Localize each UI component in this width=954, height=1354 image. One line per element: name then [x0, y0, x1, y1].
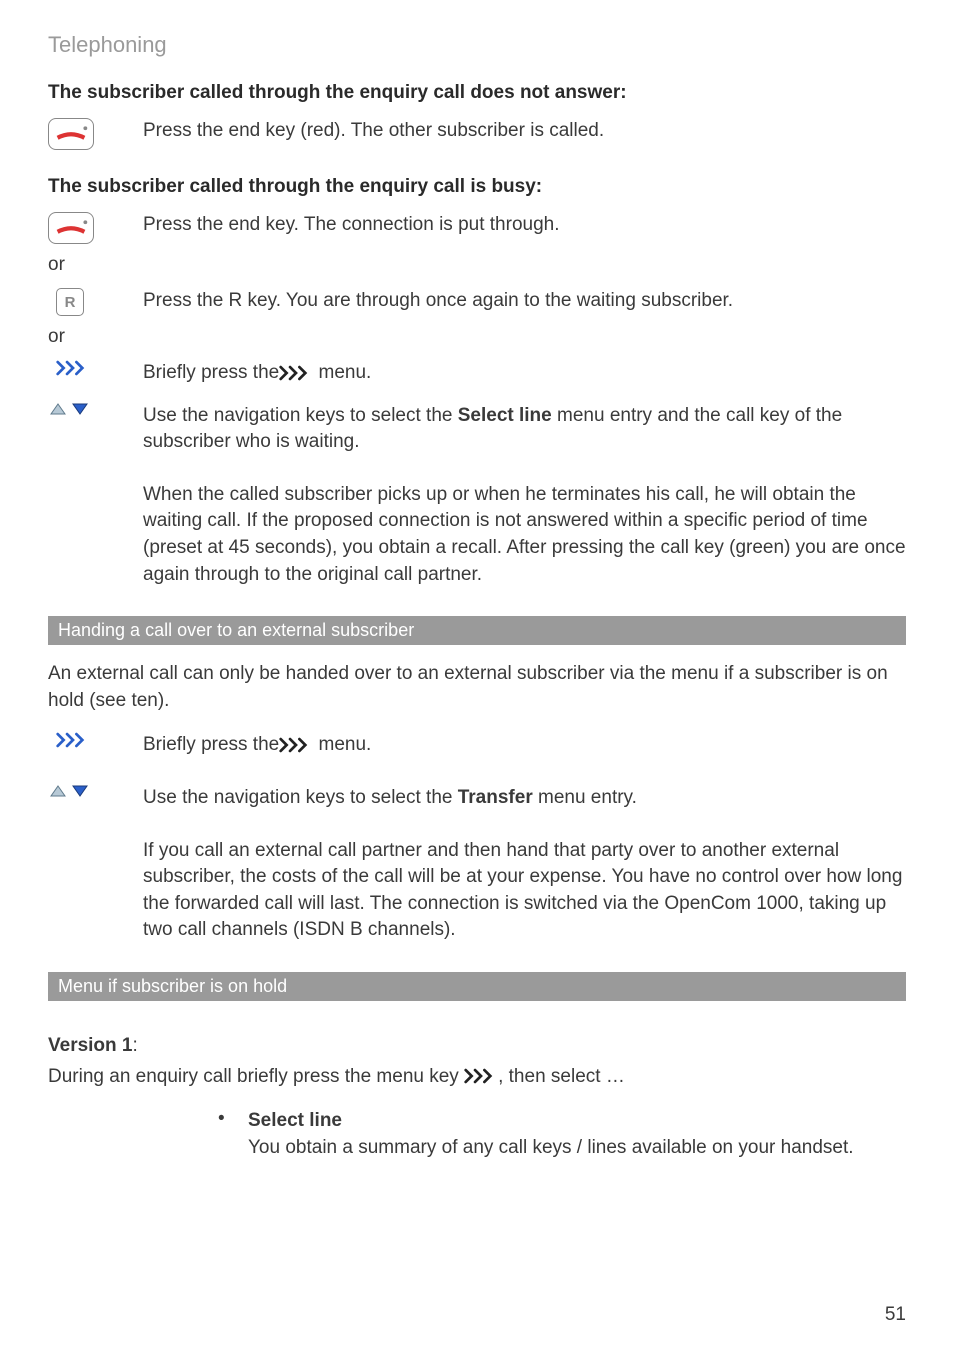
instruction-brief-press-menu: Briefly press the menu.: [143, 360, 906, 387]
menu-chevrons-icon: [464, 1068, 498, 1084]
text-segment: :: [133, 1035, 138, 1056]
bold-transfer: Transfer: [458, 787, 533, 808]
text-segment: , then select …: [498, 1066, 625, 1087]
instruction-end-key: Press the end key. The connection is put…: [143, 212, 906, 239]
instruction-select-transfer: Use the navigation keys to select the Tr…: [143, 785, 906, 812]
bullet-body-text: You obtain a summary of any call keys / …: [248, 1135, 906, 1162]
page-number: 51: [885, 1304, 906, 1326]
bullet-title-select-line: Select line: [248, 1108, 906, 1135]
instruction-end-key-red: Press the end key (red). The other subsc…: [143, 118, 906, 145]
r-key-icon: R: [56, 288, 84, 316]
text-segment: menu.: [313, 734, 371, 755]
nav-up-down-icon: [50, 785, 88, 797]
end-key-icon: [48, 212, 94, 244]
paragraph-enquiry-menu: During an enquiry call briefly press the…: [48, 1064, 906, 1091]
instruction-r-key: Press the R key. You are through once ag…: [143, 288, 906, 315]
section-menu-on-hold: Menu if subscriber is on hold: [48, 972, 906, 1001]
text-segment: Use the navigation keys to select the: [143, 405, 458, 426]
menu-chevrons-icon: [279, 365, 313, 381]
version-1-label: Version 1:: [48, 1033, 906, 1060]
page-title: Telephoning: [48, 32, 906, 58]
text-bold-version: Version: [48, 1035, 122, 1056]
text-bold-1: 1: [122, 1035, 133, 1056]
heading-no-answer: The subscriber called through the enquir…: [48, 82, 906, 104]
menu-chevrons-icon: [279, 737, 313, 753]
paragraph-external-handover: An external call can only be handed over…: [48, 661, 906, 714]
text-segment: Use the navigation keys to select the: [143, 787, 458, 808]
nav-up-down-icon: [50, 403, 88, 415]
paragraph-costs: If you call an external call partner and…: [143, 838, 906, 944]
or-text: or: [48, 254, 906, 276]
end-key-icon: [48, 118, 94, 150]
section-handing-over: Handing a call over to an external subsc…: [48, 616, 906, 645]
menu-chevrons-icon: [56, 732, 90, 748]
bullet-dot: •: [218, 1108, 248, 1161]
or-text: or: [48, 326, 906, 348]
instruction-brief-press-menu: Briefly press the menu.: [143, 732, 906, 759]
text-segment: Briefly press the: [143, 734, 279, 755]
heading-busy: The subscriber called through the enquir…: [48, 176, 906, 198]
paragraph-waiting-call: When the called subscriber picks up or w…: [143, 482, 906, 588]
text-segment: menu.: [313, 362, 371, 383]
bold-select-line: Select line: [458, 405, 552, 426]
text-segment: menu entry.: [533, 787, 637, 808]
text-segment: During an enquiry call briefly press the…: [48, 1066, 464, 1087]
instruction-select-line: Use the navigation keys to select the Se…: [143, 403, 906, 456]
menu-chevrons-icon: [56, 360, 90, 376]
text-segment: Briefly press the: [143, 362, 279, 383]
